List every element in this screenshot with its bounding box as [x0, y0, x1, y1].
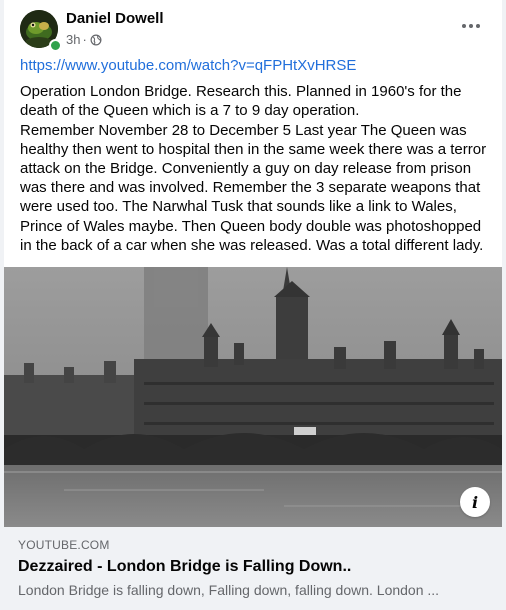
post-body: https://www.youtube.com/watch?v=qFPHtXvH…	[20, 56, 490, 255]
globe-icon[interactable]	[90, 34, 102, 46]
meta-separator: ·	[82, 32, 87, 47]
post-text: Operation London Bridge. Research this. …	[20, 83, 487, 254]
more-dot-icon	[469, 24, 473, 28]
link-preview-image[interactable]: i	[4, 267, 502, 527]
author-name[interactable]: Daniel Dowell	[66, 10, 164, 27]
info-button[interactable]: i	[460, 487, 490, 517]
post-header: Daniel Dowell 3h ·	[4, 0, 502, 56]
link-title[interactable]: Dezzaired - London Bridge is Falling Dow…	[18, 558, 351, 576]
post-link[interactable]: https://www.youtube.com/watch?v=qFPHtXvH…	[20, 56, 490, 75]
link-description: London Bridge is falling down, Falling d…	[18, 582, 440, 598]
parliament-photo	[4, 267, 502, 527]
online-status-dot	[49, 39, 62, 52]
link-domain: YOUTUBE.COM	[18, 538, 110, 552]
more-dot-icon	[476, 24, 480, 28]
more-dot-icon	[462, 24, 466, 28]
post-timestamp[interactable]: 3h	[66, 32, 80, 47]
info-icon: i	[471, 492, 479, 512]
more-options-button[interactable]	[456, 14, 486, 38]
post-card: Daniel Dowell 3h · https://www.youtube.c…	[4, 0, 502, 610]
post-meta: 3h ·	[66, 32, 102, 47]
link-preview-meta[interactable]: YOUTUBE.COM Dezzaired - London Bridge is…	[4, 527, 502, 610]
